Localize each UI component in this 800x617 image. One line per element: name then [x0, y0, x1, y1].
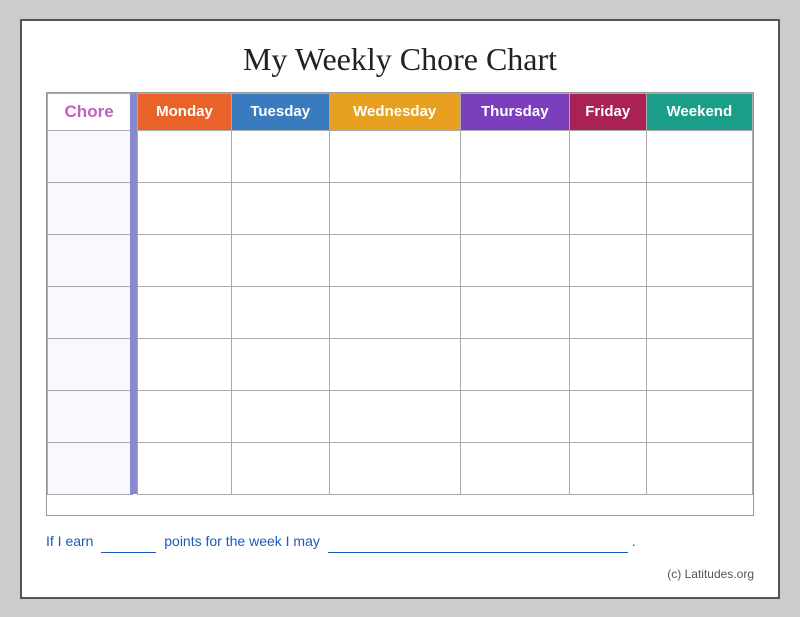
thursday-cell[interactable]	[460, 390, 569, 442]
friday-cell[interactable]	[569, 182, 646, 234]
wednesday-cell[interactable]	[329, 130, 460, 182]
col-header-wednesday: Wednesday	[329, 93, 460, 130]
tuesday-cell[interactable]	[231, 338, 329, 390]
table-row	[48, 338, 753, 390]
thursday-cell[interactable]	[460, 442, 569, 494]
col-header-monday: Monday	[138, 93, 232, 130]
table-row	[48, 442, 753, 494]
chore-cell[interactable]	[48, 182, 132, 234]
col-header-weekend: Weekend	[646, 93, 752, 130]
footer: If I earn points for the week I may .	[46, 530, 754, 552]
monday-cell[interactable]	[138, 286, 232, 338]
weekend-cell[interactable]	[646, 182, 752, 234]
friday-cell[interactable]	[569, 442, 646, 494]
table-row	[48, 234, 753, 286]
monday-cell[interactable]	[138, 442, 232, 494]
page-title: My Weekly Chore Chart	[46, 41, 754, 78]
chore-chart: Chore Monday Tuesday Wednesday Thursday …	[46, 92, 754, 517]
friday-cell[interactable]	[569, 390, 646, 442]
friday-cell[interactable]	[569, 234, 646, 286]
wednesday-cell[interactable]	[329, 182, 460, 234]
chore-cell[interactable]	[48, 234, 132, 286]
wednesday-cell[interactable]	[329, 390, 460, 442]
weekend-cell[interactable]	[646, 286, 752, 338]
chore-cell[interactable]	[48, 390, 132, 442]
table-row	[48, 130, 753, 182]
monday-cell[interactable]	[138, 390, 232, 442]
thursday-cell[interactable]	[460, 234, 569, 286]
footer-text-before: If I earn	[46, 533, 93, 549]
table-row	[48, 182, 753, 234]
tuesday-cell[interactable]	[231, 182, 329, 234]
reward-blank[interactable]	[328, 539, 628, 553]
tuesday-cell[interactable]	[231, 130, 329, 182]
thursday-cell[interactable]	[460, 338, 569, 390]
tuesday-cell[interactable]	[231, 286, 329, 338]
monday-cell[interactable]	[138, 338, 232, 390]
footer-text-between: points for the week I may	[164, 533, 320, 549]
weekend-cell[interactable]	[646, 390, 752, 442]
tuesday-cell[interactable]	[231, 442, 329, 494]
footer-period: .	[632, 533, 636, 549]
wednesday-cell[interactable]	[329, 234, 460, 286]
wednesday-cell[interactable]	[329, 442, 460, 494]
wednesday-cell[interactable]	[329, 338, 460, 390]
thursday-cell[interactable]	[460, 130, 569, 182]
chore-cell[interactable]	[48, 338, 132, 390]
table-row	[48, 286, 753, 338]
col-header-tuesday: Tuesday	[231, 93, 329, 130]
monday-cell[interactable]	[138, 130, 232, 182]
page: My Weekly Chore Chart Chore Monday Tuesd…	[20, 19, 780, 599]
col-header-chore: Chore	[48, 93, 132, 130]
weekend-cell[interactable]	[646, 442, 752, 494]
thursday-cell[interactable]	[460, 286, 569, 338]
wednesday-cell[interactable]	[329, 286, 460, 338]
col-header-thursday: Thursday	[460, 93, 569, 130]
friday-cell[interactable]	[569, 130, 646, 182]
weekend-cell[interactable]	[646, 130, 752, 182]
copyright: (c) Latitudes.org	[46, 567, 754, 581]
weekend-cell[interactable]	[646, 234, 752, 286]
table-row	[48, 390, 753, 442]
chore-table: Chore Monday Tuesday Wednesday Thursday …	[47, 93, 753, 495]
monday-cell[interactable]	[138, 182, 232, 234]
thursday-cell[interactable]	[460, 182, 569, 234]
chore-cell[interactable]	[48, 286, 132, 338]
monday-cell[interactable]	[138, 234, 232, 286]
points-blank[interactable]	[101, 539, 156, 553]
chore-cell[interactable]	[48, 442, 132, 494]
friday-cell[interactable]	[569, 338, 646, 390]
weekend-cell[interactable]	[646, 338, 752, 390]
tuesday-cell[interactable]	[231, 234, 329, 286]
chore-cell[interactable]	[48, 130, 132, 182]
col-header-friday: Friday	[569, 93, 646, 130]
friday-cell[interactable]	[569, 286, 646, 338]
tuesday-cell[interactable]	[231, 390, 329, 442]
